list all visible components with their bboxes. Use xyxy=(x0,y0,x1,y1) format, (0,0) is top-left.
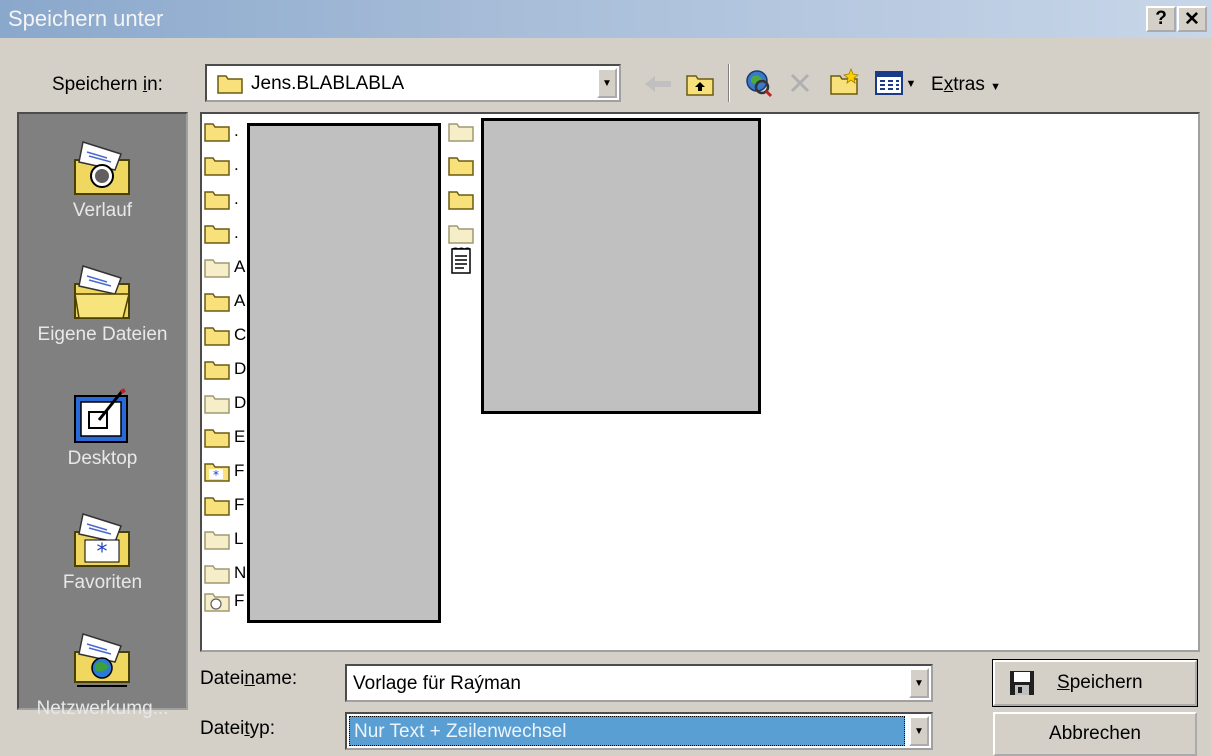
save-in-value: Jens.BLABLABLA xyxy=(251,73,405,94)
places-bar: Verlauf Eigene Dateien Desktop * Favorit… xyxy=(17,112,188,719)
history-folder-icon xyxy=(204,593,230,612)
chevron-down-icon[interactable]: ▼ xyxy=(909,716,929,746)
place-desktop[interactable]: Desktop xyxy=(19,370,186,490)
filetype-label: Dateityp: xyxy=(200,718,275,739)
place-label: Verlauf xyxy=(72,200,133,221)
folder-icon xyxy=(204,157,230,176)
network-folder-icon xyxy=(74,633,130,687)
folder-icon xyxy=(204,191,230,210)
folder-light-icon xyxy=(204,531,230,550)
back-arrow-icon[interactable] xyxy=(640,70,676,98)
folder-icon xyxy=(204,361,230,380)
place-my-documents[interactable]: Eigene Dateien xyxy=(19,246,186,366)
redaction-box xyxy=(247,123,441,623)
window-title: Speichern unter xyxy=(8,6,164,31)
toolbar-separator xyxy=(728,64,730,102)
place-label: Desktop xyxy=(67,448,138,469)
folder-icon xyxy=(448,157,474,176)
folder-light-icon xyxy=(204,259,230,278)
folder-icon xyxy=(204,225,230,244)
place-label: Favoriten xyxy=(62,572,143,593)
views-menu-icon[interactable] xyxy=(872,66,906,100)
folder-icon xyxy=(204,327,230,346)
folder-light-icon xyxy=(448,225,474,244)
folder-icon xyxy=(204,123,230,142)
folder-light-icon xyxy=(448,123,474,142)
save-in-label: Speichern in: xyxy=(52,74,163,95)
favorites-folder-icon: * xyxy=(204,463,230,482)
up-folder-icon[interactable] xyxy=(682,68,718,100)
place-network[interactable]: Netzwerkumg... xyxy=(19,614,186,734)
new-folder-icon[interactable] xyxy=(826,64,862,100)
filename-combo[interactable]: Vorlage für Raýman ▼ xyxy=(345,664,933,702)
save-button[interactable]: Speichern xyxy=(992,659,1198,707)
floppy-disk-icon xyxy=(1010,671,1034,695)
folder-light-icon xyxy=(204,395,230,414)
folder-icon xyxy=(204,293,230,312)
folder-icon xyxy=(448,191,474,210)
delete-icon[interactable] xyxy=(784,66,816,100)
filetype-select[interactable]: Nur Text + Zeilenwechsel ▼ xyxy=(345,712,933,750)
cancel-button[interactable]: Abbrechen xyxy=(993,712,1197,756)
svg-text:*: * xyxy=(213,468,219,482)
text-document-icon xyxy=(451,247,471,274)
favorites-folder-icon: * xyxy=(74,513,130,567)
folder-icon xyxy=(204,429,230,448)
chevron-down-icon[interactable]: ▼ xyxy=(909,668,929,698)
folder-icon xyxy=(204,497,230,516)
place-label: Eigene Dateien xyxy=(37,324,168,345)
folder-light-icon xyxy=(204,565,230,584)
redaction-box xyxy=(481,118,761,414)
chevron-down-icon[interactable]: ▼ xyxy=(597,68,617,98)
place-history[interactable]: Verlauf xyxy=(19,122,186,242)
filetype-value: Nur Text + Zeilenwechsel xyxy=(354,721,567,742)
filename-input[interactable]: Vorlage für Raýman xyxy=(353,673,521,695)
folder-icon xyxy=(217,72,243,100)
filetype-selection: Nur Text + Zeilenwechsel xyxy=(349,716,905,746)
extras-dropdown-icon: ▼ xyxy=(990,81,1002,93)
place-label: Netzwerkumg... xyxy=(36,698,169,719)
title-bar: Speichern unter ? ✕ xyxy=(0,0,1211,38)
svg-text:*: * xyxy=(97,540,108,565)
help-button[interactable]: ? xyxy=(1146,6,1176,32)
place-favorites[interactable]: * Favoriten xyxy=(19,494,186,614)
save-in-combo[interactable]: Jens.BLABLABLA ▼ xyxy=(205,64,621,102)
search-web-icon[interactable] xyxy=(740,66,776,100)
history-folder-icon xyxy=(74,141,130,195)
file-list[interactable]: . . . . A A C D D E * F F L N F xyxy=(200,112,1200,652)
my-documents-folder-icon xyxy=(74,265,130,319)
extras-menu[interactable]: Extras ▼ xyxy=(931,74,1001,96)
desktop-icon xyxy=(74,388,128,443)
filename-label: Dateiname: xyxy=(200,668,298,689)
views-dropdown-icon[interactable]: ▼ xyxy=(904,72,918,96)
close-button[interactable]: ✕ xyxy=(1177,6,1207,32)
